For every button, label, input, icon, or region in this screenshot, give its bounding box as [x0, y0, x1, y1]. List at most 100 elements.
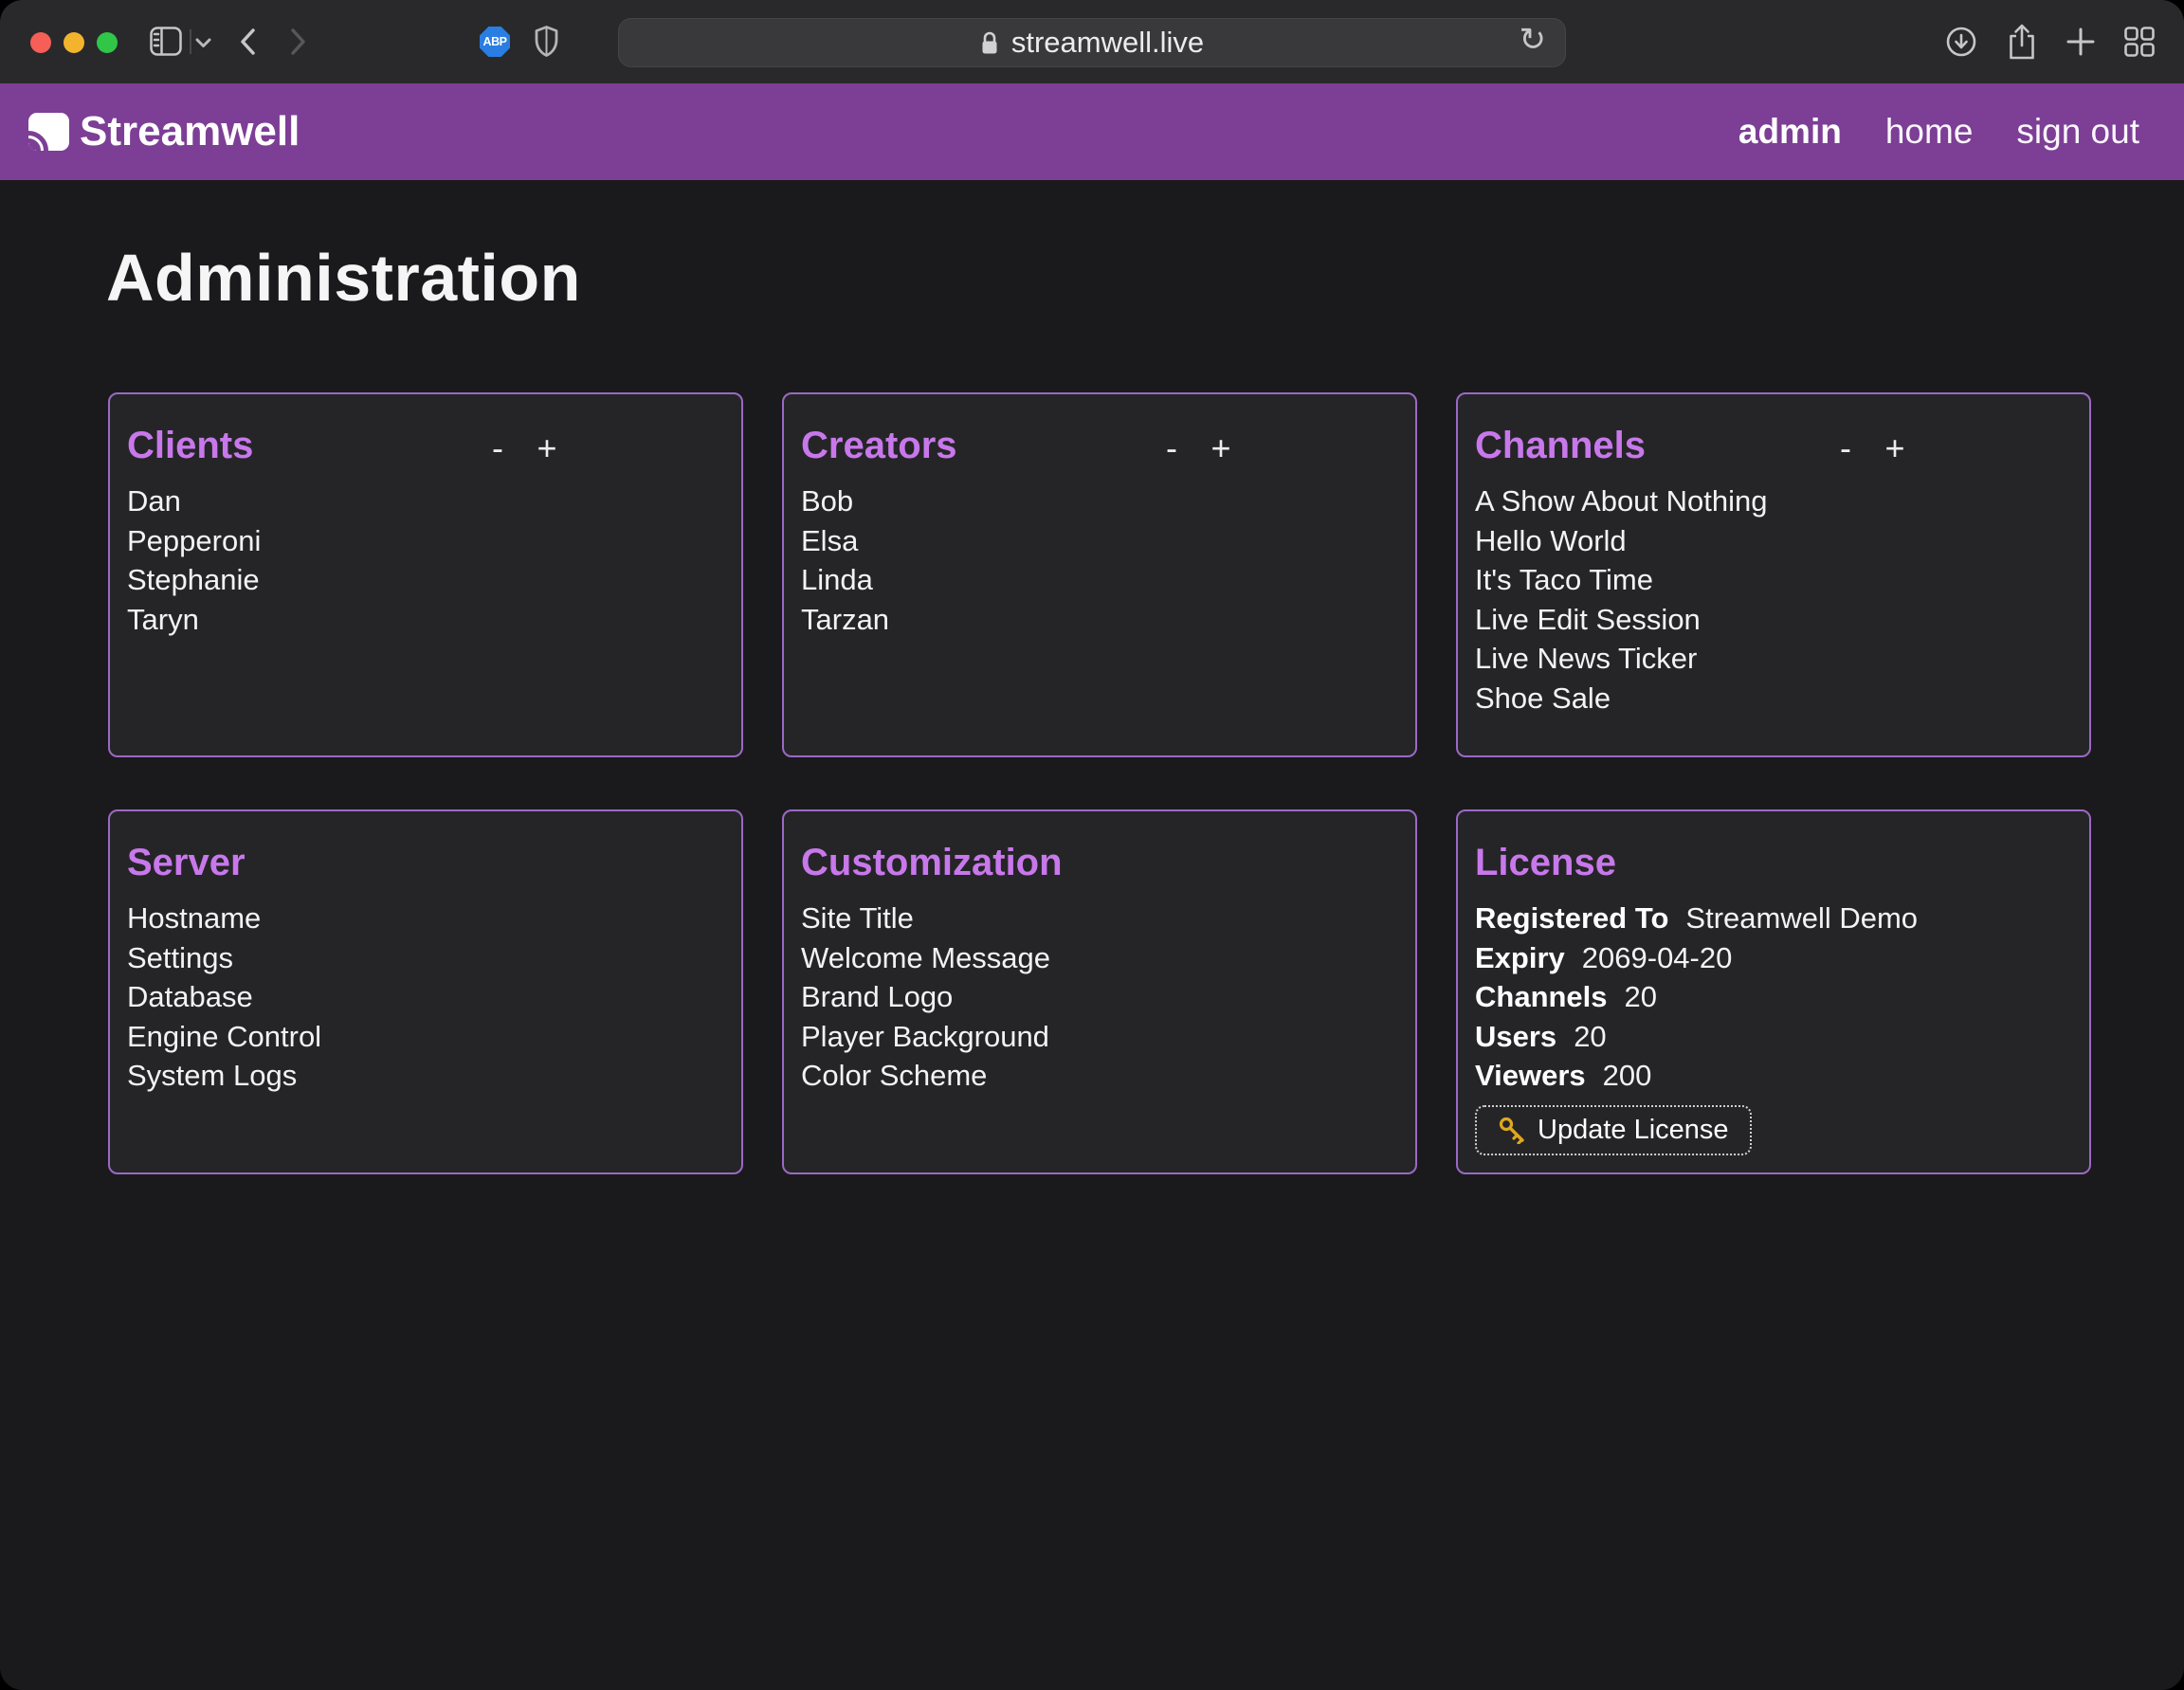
sidebar-menu-chevron[interactable]	[195, 38, 211, 48]
streamwell-cast-logo-icon	[28, 113, 69, 151]
channels-card-title: Channels	[1475, 423, 2051, 468]
channels-remove-button[interactable]: -	[1827, 427, 1865, 470]
license-field-users: Users 20	[1475, 1017, 2051, 1057]
clients-add-button[interactable]: +	[528, 427, 566, 470]
field-label: Registered To	[1475, 899, 1668, 938]
list-item[interactable]: Engine Control	[127, 1017, 703, 1057]
nav-link-signout[interactable]: sign out	[2016, 112, 2139, 152]
license-field-registered-to: Registered To Streamwell Demo	[1475, 899, 2051, 938]
list-item[interactable]: It's Taco Time	[1475, 560, 2051, 600]
list-item[interactable]: Hostname	[127, 899, 703, 938]
brand-link[interactable]: Streamwell	[28, 108, 300, 155]
close-window-button[interactable]	[30, 32, 51, 53]
license-field-viewers: Viewers 200	[1475, 1056, 2051, 1096]
list-item[interactable]: Elsa	[801, 521, 1377, 561]
clients-card-title: Clients	[127, 423, 703, 468]
list-item[interactable]: Tarzan	[801, 600, 1377, 640]
creators-remove-button[interactable]: -	[1153, 427, 1191, 470]
reload-button[interactable]: ↻	[1514, 23, 1553, 57]
channels-add-button[interactable]: +	[1876, 427, 1914, 470]
share-button[interactable]	[2007, 23, 2037, 61]
privacy-shield-button[interactable]	[535, 26, 558, 57]
address-bar[interactable]: streamwell.live ↻	[618, 18, 1566, 67]
list-item[interactable]: Stephanie	[127, 560, 703, 600]
creators-card: Creators - + Bob Elsa Linda Tarzan	[782, 392, 1417, 757]
license-card-title: License	[1475, 840, 2051, 885]
creators-list: Bob Elsa Linda Tarzan	[801, 482, 1377, 639]
field-value: 2069-04-20	[1582, 938, 1733, 978]
key-icon	[1498, 1116, 1526, 1144]
license-card: License Registered To Streamwell Demo Ex…	[1456, 809, 2091, 1174]
list-item[interactable]: Settings	[127, 938, 703, 978]
server-card: Server Hostname Settings Database Engine…	[108, 809, 743, 1174]
minimize-window-button[interactable]	[64, 32, 84, 53]
list-item[interactable]: Brand Logo	[801, 977, 1377, 1017]
field-label: Expiry	[1475, 938, 1565, 978]
list-item[interactable]: Hello World	[1475, 521, 2051, 561]
back-icon	[239, 28, 256, 55]
toolbar-divider	[190, 29, 191, 54]
field-label: Users	[1475, 1017, 1556, 1057]
update-license-label: Update License	[1538, 1115, 1729, 1146]
admin-cards-grid: Clients - + Dan Pepperoni Stephanie Tary…	[108, 392, 2184, 1174]
list-item[interactable]: Dan	[127, 482, 703, 521]
sidebar-icon	[150, 27, 182, 56]
list-item[interactable]: Live News Ticker	[1475, 639, 2051, 679]
field-label: Viewers	[1475, 1056, 1586, 1096]
adblock-abp-badge: ABP	[480, 27, 510, 57]
adblock-extension-button[interactable]: ABP	[480, 27, 510, 57]
list-item[interactable]: Linda	[801, 560, 1377, 600]
channels-card: Channels - + A Show About Nothing Hello …	[1456, 392, 2091, 757]
back-button[interactable]	[239, 28, 256, 55]
new-tab-icon	[2066, 27, 2095, 56]
field-value: 20	[1574, 1017, 1606, 1057]
download-icon	[1945, 26, 1977, 58]
creators-card-title: Creators	[801, 423, 1377, 468]
zoom-window-button[interactable]	[97, 32, 118, 53]
page-title: Administration	[106, 239, 2184, 317]
list-item[interactable]: Taryn	[127, 600, 703, 640]
update-license-button[interactable]: Update License	[1475, 1105, 1752, 1155]
clients-card: Clients - + Dan Pepperoni Stephanie Tary…	[108, 392, 743, 757]
list-item[interactable]: Database	[127, 977, 703, 1017]
share-icon	[2007, 23, 2037, 61]
tab-overview-button[interactable]	[2124, 27, 2155, 57]
browser-toolbar: ABP streamwell.live ↻	[0, 0, 2184, 83]
nav-link-admin[interactable]: admin	[1738, 112, 1842, 152]
admin-page: Administration Clients - + Dan Pepperoni…	[0, 180, 2184, 1690]
field-value: 20	[1625, 977, 1657, 1017]
list-item[interactable]: Welcome Message	[801, 938, 1377, 978]
list-item[interactable]: A Show About Nothing	[1475, 482, 2051, 521]
creators-add-button[interactable]: +	[1202, 427, 1240, 470]
channels-list: A Show About Nothing Hello World It's Ta…	[1475, 482, 2051, 718]
new-tab-button[interactable]	[2066, 27, 2095, 56]
downloads-button[interactable]	[1945, 26, 1977, 58]
list-item[interactable]: Color Scheme	[801, 1056, 1377, 1096]
customization-card: Customization Site Title Welcome Message…	[782, 809, 1417, 1174]
list-item[interactable]: Live Edit Session	[1475, 600, 2051, 640]
license-field-expiry: Expiry 2069-04-20	[1475, 938, 2051, 978]
clients-remove-button[interactable]: -	[479, 427, 517, 470]
server-card-title: Server	[127, 840, 703, 885]
browser-window: ABP streamwell.live ↻	[0, 0, 2184, 1690]
field-value: 200	[1603, 1056, 1652, 1096]
clients-list: Dan Pepperoni Stephanie Taryn	[127, 482, 703, 639]
forward-button[interactable]	[290, 28, 307, 55]
chevron-down-icon	[195, 38, 211, 48]
lock-icon	[980, 30, 999, 56]
field-value: Streamwell Demo	[1685, 899, 1918, 938]
sidebar-toggle-button[interactable]	[150, 27, 182, 56]
list-item[interactable]: Player Background	[801, 1017, 1377, 1057]
server-list: Hostname Settings Database Engine Contro…	[127, 899, 703, 1096]
list-item[interactable]: Site Title	[801, 899, 1377, 938]
list-item[interactable]: Shoe Sale	[1475, 679, 2051, 718]
list-item[interactable]: Pepperoni	[127, 521, 703, 561]
license-fields: Registered To Streamwell Demo Expiry 206…	[1475, 899, 2051, 1096]
list-item[interactable]: Bob	[801, 482, 1377, 521]
brand-name: Streamwell	[80, 108, 300, 155]
list-item[interactable]: System Logs	[127, 1056, 703, 1096]
nav-link-home[interactable]: home	[1885, 112, 1974, 152]
forward-icon	[290, 28, 307, 55]
site-navbar: Streamwell admin home sign out	[0, 83, 2184, 180]
url-text: streamwell.live	[1011, 26, 1204, 60]
